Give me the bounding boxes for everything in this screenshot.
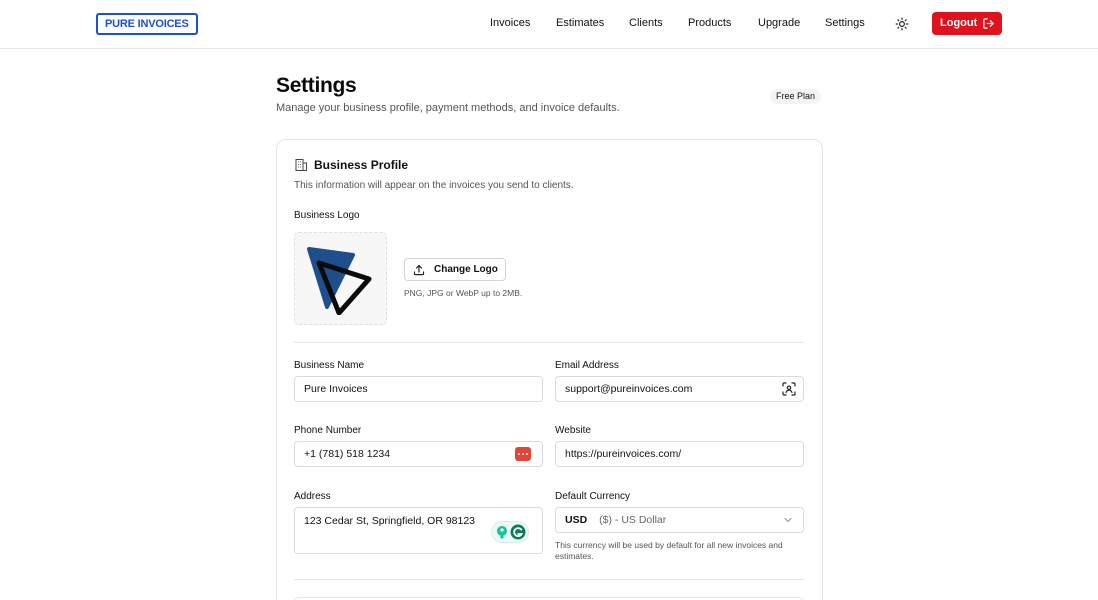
email-value: support@pureinvoices.com	[565, 383, 693, 395]
website-label: Website	[555, 425, 591, 436]
phone-label: Phone Number	[294, 425, 362, 436]
email-input[interactable]: support@pureinvoices.com	[555, 376, 804, 402]
nav-products[interactable]: Products	[688, 17, 731, 29]
nav-clients[interactable]: Clients	[629, 17, 663, 29]
currency-help-text: This currency will be used by default fo…	[555, 540, 783, 561]
upload-icon	[413, 264, 425, 276]
chevron-down-icon	[784, 517, 792, 523]
nav-estimates[interactable]: Estimates	[556, 17, 604, 29]
business-logo-label: Business Logo	[294, 210, 360, 221]
grammarly-icon[interactable]	[491, 521, 529, 543]
section-divider	[294, 342, 804, 343]
logout-label: Logout	[940, 17, 978, 29]
page-subtitle: Manage your business profile, payment me…	[276, 102, 620, 114]
address-textarea[interactable]: 123 Cedar St, Springfield, OR 98123	[294, 507, 543, 554]
currency-select[interactable]: USD ($) - US Dollar	[555, 507, 804, 533]
nav-invoices[interactable]: Invoices	[490, 17, 530, 29]
plan-badge: Free Plan	[770, 89, 822, 104]
business-logo-image	[307, 247, 372, 315]
face-scan-icon[interactable]	[781, 381, 797, 397]
business-name-input[interactable]: Pure Invoices	[294, 376, 543, 402]
business-name-value: Pure Invoices	[304, 383, 368, 395]
address-label: Address	[294, 491, 331, 502]
top-navbar: PURE INVOICES Invoices Estimates Clients…	[0, 0, 1098, 49]
website-input[interactable]: https://pureinvoices.com/	[555, 441, 804, 467]
address-value: 123 Cedar St, Springfield, OR 98123	[304, 515, 476, 527]
logout-button[interactable]: Logout	[932, 12, 1002, 35]
page-title: Settings	[276, 74, 357, 97]
logo-hint: PNG, JPG or WebP up to 2MB.	[404, 288, 523, 298]
nav-settings[interactable]: Settings	[825, 17, 865, 29]
nav-upgrade[interactable]: Upgrade	[758, 17, 800, 29]
building-icon	[295, 159, 307, 171]
card-title: Business Profile	[314, 158, 409, 172]
currency-code: USD	[565, 514, 588, 526]
currency-label: Default Currency	[555, 491, 631, 502]
change-logo-button[interactable]: Change Logo	[404, 258, 506, 281]
email-label: Email Address	[555, 360, 619, 371]
business-name-label: Business Name	[294, 360, 365, 371]
sun-icon	[895, 17, 909, 31]
password-manager-icon[interactable]	[515, 447, 531, 461]
section-divider-2	[294, 579, 804, 580]
change-logo-label: Change Logo	[434, 264, 498, 275]
logout-icon	[983, 18, 994, 29]
theme-toggle-button[interactable]	[894, 16, 910, 32]
currency-name: ($) - US Dollar	[599, 514, 667, 526]
phone-input[interactable]: +1 (781) 518 1234	[294, 441, 543, 467]
website-value: https://pureinvoices.com/	[565, 448, 682, 460]
card-description: This information will appear on the invo…	[294, 180, 574, 191]
phone-value: +1 (781) 518 1234	[304, 448, 391, 460]
brand-logo[interactable]: PURE INVOICES	[96, 13, 198, 35]
logo-preview	[294, 232, 387, 325]
